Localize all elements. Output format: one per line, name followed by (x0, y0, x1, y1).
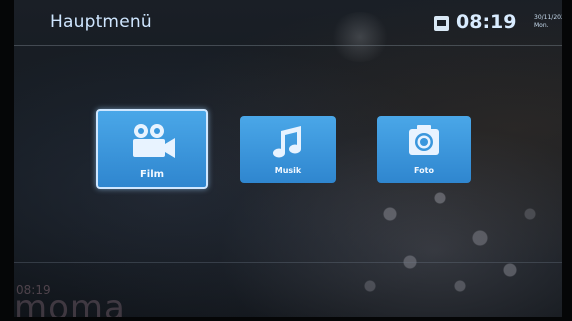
camera-icon (409, 125, 439, 155)
clock-time: 08:19 (456, 11, 517, 33)
clock-date: 30/11/202 Mon. (534, 14, 565, 30)
footer-divider (14, 262, 562, 263)
menu-item-foto-label: Foto (414, 166, 434, 175)
video-camera-icon (133, 124, 175, 158)
date-text: 30/11/202 (534, 14, 565, 21)
menu-item-musik[interactable]: Musik (240, 116, 336, 183)
tv-screen: Hauptmenü 08:19 30/11/202 Mon. Film Musi… (0, 0, 572, 321)
music-note-icon (273, 126, 301, 158)
menu-item-foto[interactable]: Foto (377, 116, 471, 183)
page-title: Hauptmenü (50, 12, 152, 32)
weekday-text: Mon. (534, 22, 549, 29)
brand-logo: moma (14, 288, 126, 321)
clock-area: 08:19 30/11/202 Mon. (434, 11, 565, 36)
header-divider (14, 45, 562, 46)
menu-item-film-label: Film (139, 169, 165, 180)
storage-icon (434, 16, 449, 31)
top-bar: Hauptmenü 08:19 30/11/202 Mon. (14, 8, 565, 38)
menu-item-film[interactable]: Film (96, 109, 208, 189)
menu-item-musik-label: Musik (274, 166, 302, 175)
